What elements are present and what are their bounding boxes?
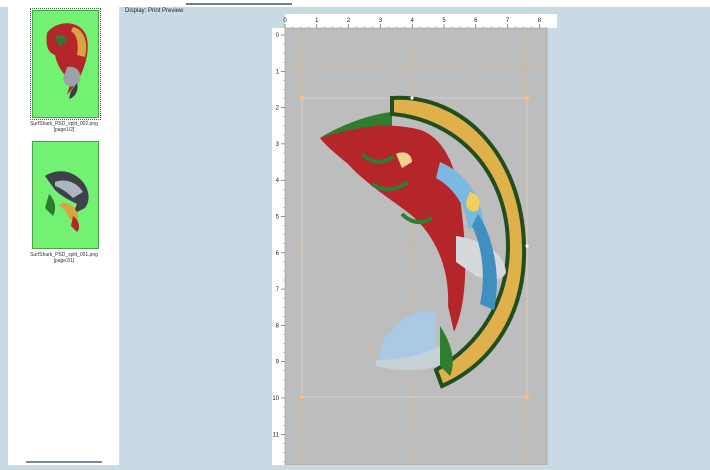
shark-part-2-thumbnail-icon	[45, 171, 89, 232]
resize-handle-icon[interactable]	[299, 95, 305, 101]
thumbnail-caption-2: SurfShark_PSD_split_001.png [page2/1]	[30, 252, 98, 264]
resize-handle-icon[interactable]	[299, 394, 305, 400]
display-mode-label: Display: Print Preview	[125, 8, 184, 14]
tab-strip-indicator[interactable]	[186, 3, 292, 5]
thumbnail-caption-1: SurfShark_PSD_split_002.png [page1/2]	[30, 121, 98, 133]
left-ruler-label: 10	[272, 396, 279, 402]
top-ruler	[285, 14, 557, 28]
resize-handle-icon[interactable]	[410, 96, 414, 100]
page-thumbnail-1[interactable]	[30, 8, 101, 120]
page-thumbnail-sidebar: SurfShark_PSD_split_002.png [page1/2] Su…	[8, 7, 120, 465]
resize-handle-icon[interactable]	[525, 244, 529, 248]
left-ruler-label: 11	[273, 432, 280, 438]
resize-handle-icon[interactable]	[524, 95, 530, 101]
print-preview-stage: 012345678 0 1 2 3 4 5 6 7 8 9 10 11	[272, 14, 557, 470]
shark-part-1-thumbnail-icon	[46, 23, 88, 99]
top-toolbar	[0, 0, 710, 7]
page-thumbnail-2[interactable]	[32, 141, 99, 249]
resize-handle-icon[interactable]	[524, 394, 530, 400]
print-preview-canvas: 012345678 01234567891011	[272, 14, 557, 466]
sidebar-scrollbar[interactable]	[26, 461, 102, 463]
